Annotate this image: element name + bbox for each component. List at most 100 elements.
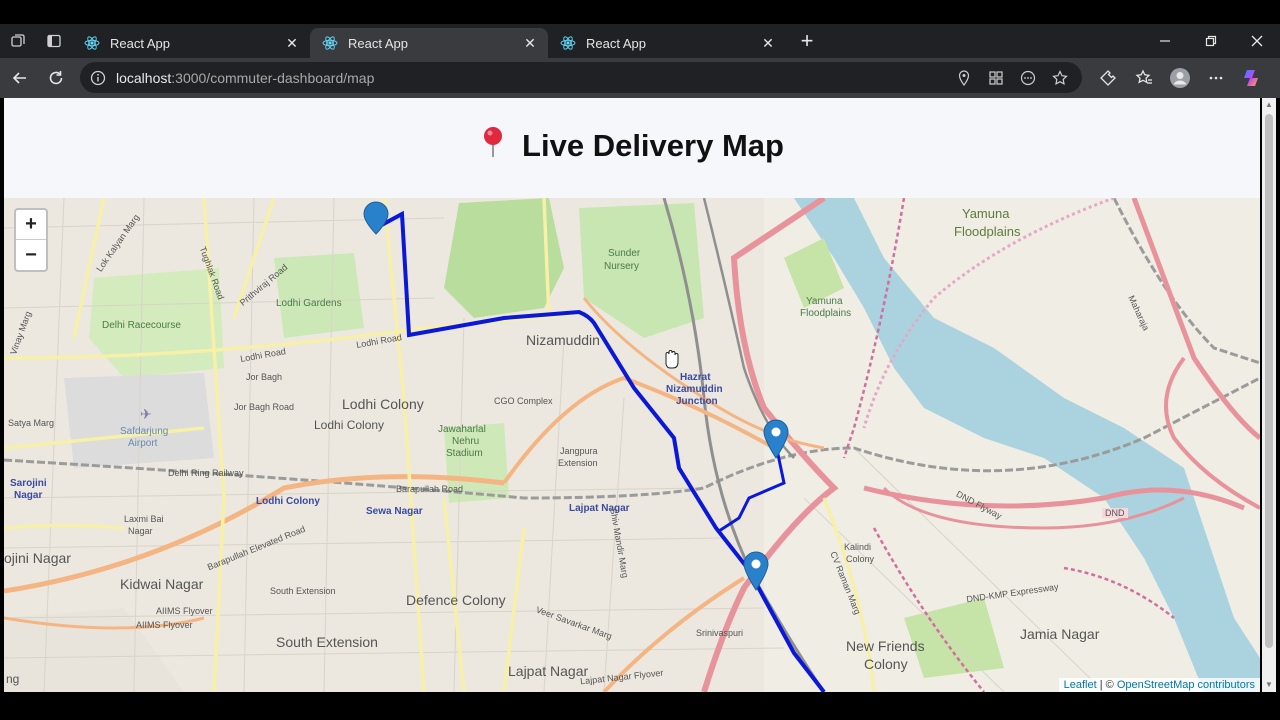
browser-tab[interactable]: React App ✕ — [72, 28, 310, 58]
page-header: Live Delivery Map — [4, 98, 1260, 198]
tab-title: React App — [110, 35, 170, 51]
reload-icon[interactable] — [38, 62, 74, 94]
back-icon[interactable] — [2, 62, 38, 94]
url-text: localhost:3000/commuter-dashboard/map — [116, 70, 374, 86]
screen-bottom-bar — [0, 692, 1280, 720]
delivery-map[interactable]: ✈ Nizamuddin Lodhi Colony Lodhi Colony L… — [4, 198, 1260, 692]
map-label: Jamia Nagar — [1020, 626, 1100, 642]
url-path: :3000/commuter-dashboard/map — [171, 69, 375, 86]
more-options-circle-icon[interactable] — [1012, 70, 1044, 86]
close-tab-icon[interactable]: ✕ — [284, 35, 300, 51]
map-label: Nizamuddin — [526, 332, 600, 348]
close-tab-icon[interactable]: ✕ — [522, 35, 538, 51]
scrollbar-thumb[interactable] — [1265, 114, 1273, 648]
map-tiles: ✈ — [4, 198, 1260, 692]
close-tab-icon[interactable]: ✕ — [760, 35, 776, 51]
map-label: Srinivaspuri — [696, 628, 744, 638]
page-title: Live Delivery Map — [480, 126, 784, 166]
map-label: Floodplains — [954, 224, 1021, 239]
restore-icon[interactable] — [1188, 24, 1234, 58]
map-attribution: Leaflet | © OpenStreetMap contributors — [1058, 678, 1260, 692]
extensions-icon[interactable] — [1090, 62, 1126, 94]
zoom-control: + − — [14, 208, 48, 272]
map-label: Safdarjung — [120, 426, 169, 437]
map-label: New Friends — [846, 638, 925, 654]
screen-top-bar — [0, 0, 1280, 24]
react-logo-icon — [322, 36, 338, 50]
browser-tab[interactable]: React App ✕ — [548, 28, 786, 58]
tab-title: React App — [348, 35, 408, 51]
favorite-star-icon[interactable] — [1044, 69, 1076, 86]
scroll-up-icon[interactable]: ▲ — [1264, 100, 1274, 110]
map-label: Lodhi Colony — [314, 418, 385, 432]
minimize-icon[interactable] — [1142, 24, 1188, 58]
map-label: Stadium — [446, 448, 483, 459]
map-label: Nursery — [604, 261, 640, 272]
map-label: AIIMS Flyover — [156, 606, 213, 616]
map-label: DND — [1102, 508, 1128, 518]
map-label: Junction — [676, 396, 718, 407]
map-label: Hazrat — [680, 372, 711, 383]
map-label: AIIMS Flyover — [136, 620, 193, 630]
zoom-in-button[interactable]: + — [16, 210, 46, 240]
profile-avatar-icon[interactable] — [1162, 62, 1198, 94]
react-logo-icon — [560, 36, 576, 50]
react-logo-icon — [84, 36, 100, 50]
location-icon[interactable] — [948, 69, 980, 86]
tab-title: React App — [586, 35, 646, 51]
apps-icon[interactable] — [980, 70, 1012, 86]
map-label: Kalindi — [844, 542, 872, 552]
site-info-icon[interactable] — [90, 70, 106, 86]
map-label: Sewa Nagar — [366, 506, 423, 517]
copilot-icon[interactable] — [1234, 62, 1270, 94]
map-label: Airport — [128, 438, 158, 449]
map-label: Nagar — [128, 526, 153, 536]
map-label: Barapullah Road — [396, 484, 464, 494]
map-label: ojini Nagar — [4, 550, 71, 566]
new-tab-button[interactable]: + — [792, 26, 822, 56]
page-viewport: Live Delivery Map ✈ Nizamuddin Lodhi Col… — [4, 98, 1260, 692]
map-label: Colony — [864, 656, 908, 672]
map-label: Satya Marg — [8, 418, 55, 428]
map-label: Sunder — [608, 248, 641, 259]
map-label: Lodhi Colony — [342, 396, 424, 412]
map-label: Jawaharlal — [438, 424, 486, 435]
map-label: Jor Bagh Road — [234, 402, 295, 412]
tab-actions-icon[interactable] — [36, 24, 72, 58]
map-label: Sarojini — [10, 478, 47, 489]
page-scrollbar[interactable]: ▲ ▼ — [1262, 98, 1276, 692]
url-host: localhost — [116, 69, 172, 86]
favorites-icon[interactable] — [1126, 62, 1162, 94]
map-label: Defence Colony — [406, 592, 506, 608]
map-label: Extension — [558, 458, 598, 468]
scroll-down-icon[interactable]: ▼ — [1264, 680, 1274, 690]
window-controls — [1142, 24, 1280, 58]
menu-dots-icon[interactable] — [1198, 62, 1234, 94]
browser-tab-strip: React App ✕ React App ✕ React App ✕ + — [0, 24, 1280, 58]
map-label: Lodhi Colony — [256, 496, 320, 507]
osm-link[interactable]: OpenStreetMap contributors — [1117, 679, 1255, 691]
map-label: Nizamuddin — [666, 384, 723, 395]
map-label: Nehru — [452, 436, 480, 447]
page-title-text: Live Delivery Map — [522, 128, 784, 163]
map-label: Colony — [846, 554, 875, 564]
address-bar[interactable]: localhost:3000/commuter-dashboard/map — [80, 62, 1082, 93]
browser-tab-active[interactable]: React App ✕ — [310, 28, 548, 58]
map-label: Nagar — [14, 490, 43, 501]
svg-text:✈: ✈ — [140, 407, 152, 423]
map-label: ng — [6, 672, 20, 686]
map-label: Yamuna — [806, 296, 843, 307]
hand-cursor-icon — [665, 350, 679, 369]
map-label: Floodplains — [800, 308, 852, 319]
map-label: Delhi Ring Railway — [168, 468, 244, 478]
map-label: Lodhi Gardens — [276, 298, 342, 309]
leaflet-link[interactable]: Leaflet — [1064, 679, 1097, 691]
zoom-out-button[interactable]: − — [16, 240, 46, 270]
map-label: CGO Complex — [494, 396, 553, 406]
map-label: Lajpat Nagar — [508, 663, 589, 679]
close-window-icon[interactable] — [1234, 24, 1280, 58]
workspaces-icon[interactable] — [0, 24, 36, 58]
map-label: Jangpura — [560, 446, 598, 456]
map-label: Jor Bagh — [246, 372, 283, 382]
map-label: Delhi Racecourse — [102, 320, 181, 331]
